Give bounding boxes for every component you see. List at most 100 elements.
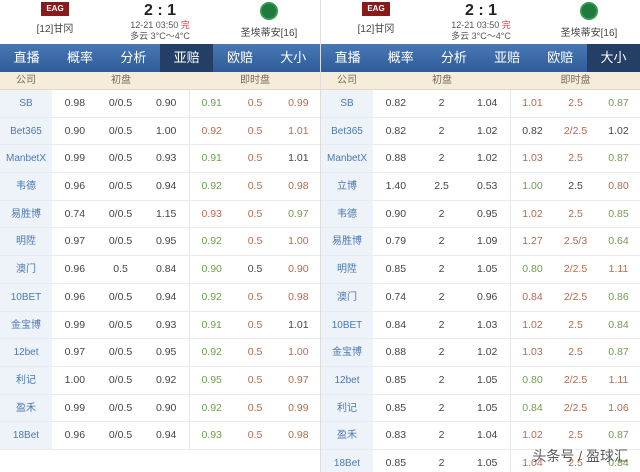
company-name[interactable]: 10BET <box>0 283 52 311</box>
table-row[interactable]: 12bet 0.85 2 1.05 0.80 2/2.5 1.11 <box>321 366 640 395</box>
company-name[interactable]: Bet365 <box>321 117 373 145</box>
table-row[interactable]: 金宝博 0.88 2 1.02 1.03 2.5 0.87 <box>321 339 640 367</box>
tab-5[interactable]: 大小 <box>586 44 640 72</box>
tab-4[interactable]: 欧赔 <box>534 44 587 72</box>
initial-odds: 1.02 <box>476 124 498 137</box>
company-name[interactable]: 明陞 <box>0 228 52 256</box>
initial-odds: 0.99 <box>64 318 86 331</box>
live-odds: 1.11 <box>608 373 629 386</box>
initial-odds: 0.96 <box>476 290 498 303</box>
company-name[interactable]: 金宝博 <box>0 311 52 339</box>
company-name[interactable]: SB <box>0 90 52 117</box>
table-row[interactable]: 金宝博 0.99 0/0.5 0.93 0.91 0.5 1.01 <box>0 311 320 340</box>
company-name[interactable]: 金宝博 <box>321 339 373 366</box>
live-odds: 2.5 <box>568 318 583 331</box>
tab-4[interactable]: 欧赔 <box>213 44 266 72</box>
tab-3[interactable]: 亚赔 <box>481 44 534 72</box>
company-name[interactable]: ManbetX <box>321 145 373 173</box>
initial-odds: 2 <box>438 346 445 359</box>
live-odds: 2.5 <box>568 97 583 109</box>
table-row[interactable]: 利记 0.85 2 1.05 0.84 2/2.5 1.06 <box>321 394 640 423</box>
table-row[interactable]: 明陞 0.85 2 1.05 0.80 2/2.5 1.11 <box>321 256 640 284</box>
home-team[interactable]: EAG [12]甘冈 <box>10 2 100 35</box>
company-name[interactable]: 明陞 <box>321 256 373 283</box>
table-row[interactable]: 利记 1.00 0/0.5 0.92 0.95 0.5 0.97 <box>0 366 320 395</box>
live-odds: 1.06 <box>608 401 629 414</box>
table-row[interactable]: 明陞 0.97 0/0.5 0.95 0.92 0.5 1.00 <box>0 228 320 257</box>
company-name[interactable]: 盈禾 <box>321 422 373 449</box>
table-row[interactable]: 18Bet 0.96 0/0.5 0.94 0.93 0.5 0.98 <box>0 422 320 450</box>
live-odds: 0.5 <box>247 346 263 359</box>
company-name[interactable]: 澳门 <box>321 283 373 311</box>
company-name[interactable]: 盈禾 <box>0 394 52 422</box>
live-odds: 0.93 <box>201 429 222 442</box>
live-odds: 0.5 <box>247 290 263 303</box>
table-row[interactable]: Bet365 0.90 0/0.5 1.00 0.92 0.5 1.01 <box>0 117 320 146</box>
table-row[interactable]: SB 0.98 0/0.5 0.90 0.91 0.5 0.99 <box>0 90 320 118</box>
table-row[interactable]: 12bet 0.97 0/0.5 0.95 0.92 0.5 1.00 <box>0 339 320 367</box>
company-name[interactable]: SB <box>321 90 373 117</box>
company-name[interactable]: 利记 <box>321 394 373 422</box>
company-name[interactable]: Bet365 <box>0 117 52 145</box>
company-name[interactable]: 10BET <box>321 311 373 339</box>
table-row[interactable]: 10BET 0.84 2 1.03 1.02 2.5 0.84 <box>321 311 640 340</box>
table-row[interactable]: 易胜博 0.74 0/0.5 1.15 0.93 0.5 0.97 <box>0 200 320 229</box>
live-odds: 0.5 <box>247 124 263 137</box>
initial-odds: 0.5 <box>113 263 128 276</box>
initial-odds: 2 <box>438 207 445 220</box>
table-header: 公司 初盘 即时盘 <box>0 72 320 90</box>
live-odds: 0.98 <box>288 290 309 303</box>
tab-1[interactable]: 概率 <box>374 44 427 72</box>
tab-2[interactable]: 分析 <box>427 44 480 72</box>
company-name[interactable]: 12bet <box>321 366 373 394</box>
table-row[interactable]: 立博 1.40 2.5 0.53 1.00 2.5 0.80 <box>321 173 640 201</box>
live-odds: 2.5 <box>568 152 583 165</box>
table-row[interactable]: ManbetX 0.99 0/0.5 0.93 0.91 0.5 1.01 <box>0 145 320 174</box>
initial-odds: 2 <box>438 318 445 331</box>
tab-0[interactable]: 直播 <box>0 44 53 72</box>
tab-3[interactable]: 亚赔 <box>159 44 214 72</box>
company-name[interactable]: 易胜博 <box>321 228 373 256</box>
table-row[interactable]: SB 0.82 2 1.04 1.01 2.5 0.87 <box>321 90 640 118</box>
company-name[interactable]: ManbetX <box>0 145 52 173</box>
company-name[interactable]: 18Bet <box>0 422 52 449</box>
table-row[interactable]: 澳门 0.96 0.5 0.84 0.90 0.5 0.90 <box>0 256 320 284</box>
company-name[interactable]: 12bet <box>0 339 52 366</box>
company-name[interactable]: 18Bet <box>321 449 373 472</box>
initial-odds: 0.83 <box>385 429 407 442</box>
table-row[interactable]: ManbetX 0.88 2 1.02 1.03 2.5 0.87 <box>321 145 640 174</box>
away-team[interactable]: 圣埃蒂安[16] <box>544 2 634 39</box>
weather: 多云 3°C～4°C <box>451 31 511 41</box>
table-row[interactable]: 盈禾 0.99 0/0.5 0.90 0.92 0.5 0.99 <box>0 394 320 423</box>
company-name[interactable]: 易胜博 <box>0 200 52 228</box>
company-name[interactable]: 立博 <box>321 173 373 200</box>
initial-odds: 2 <box>438 124 445 137</box>
match-status: 完 <box>501 20 511 30</box>
table-row[interactable]: Bet365 0.82 2 1.02 0.82 2/2.5 1.02 <box>321 117 640 146</box>
initial-odds: 1.05 <box>476 373 498 386</box>
table-row[interactable]: 韦德 0.96 0/0.5 0.94 0.92 0.5 0.98 <box>0 173 320 201</box>
live-odds: 2.5 <box>568 207 583 220</box>
initial-odds: 0.74 <box>64 207 86 220</box>
tab-1[interactable]: 概率 <box>53 44 106 72</box>
tab-0[interactable]: 直播 <box>321 44 374 72</box>
table-row[interactable]: 10BET 0.96 0/0.5 0.94 0.92 0.5 0.98 <box>0 283 320 312</box>
away-team-name: 圣埃蒂安[16] <box>560 28 618 39</box>
home-team[interactable]: EAG [12]甘冈 <box>331 2 421 35</box>
tab-2[interactable]: 分析 <box>107 44 160 72</box>
live-odds: 0.97 <box>288 207 309 220</box>
tab-5[interactable]: 大小 <box>267 44 320 72</box>
company-name[interactable]: 韦德 <box>0 173 52 200</box>
live-odds: 2/2.5 <box>563 263 588 276</box>
over-under-panel: EAG [12]甘冈 2 : 1 12-21 03:50 完 多云 3°C～4°C… <box>320 0 640 472</box>
live-odds: 0.80 <box>522 263 543 276</box>
table-row[interactable]: 韦德 0.90 2 0.95 1.02 2.5 0.85 <box>321 200 640 229</box>
company-name[interactable]: 澳门 <box>0 256 52 283</box>
initial-odds: 0.84 <box>385 318 407 331</box>
table-row[interactable]: 易胜博 0.79 2 1.09 1.27 2.5/3 0.64 <box>321 228 640 257</box>
away-team[interactable]: 圣埃蒂安[16] <box>224 2 314 39</box>
company-name[interactable]: 利记 <box>0 366 52 394</box>
company-name[interactable]: 韦德 <box>321 200 373 228</box>
table-row[interactable]: 澳门 0.74 2 0.96 0.84 2/2.5 0.86 <box>321 283 640 312</box>
live-odds: 0.98 <box>288 180 309 193</box>
